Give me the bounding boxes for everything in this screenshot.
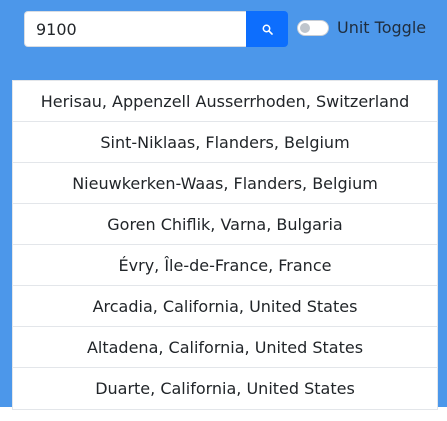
result-item[interactable]: Arcadia, California, United States	[13, 286, 437, 327]
result-item[interactable]: Altadena, California, United States	[13, 327, 437, 368]
unit-toggle-label: Unit Toggle	[337, 18, 427, 37]
unit-toggle-switch[interactable]	[297, 20, 329, 36]
result-item[interactable]: Sint-Niklaas, Flanders, Belgium	[13, 122, 437, 163]
result-item[interactable]: Goren Chiflik, Varna, Bulgaria	[13, 204, 437, 245]
search-input[interactable]	[24, 11, 246, 47]
search-icon	[262, 24, 273, 35]
search-button[interactable]	[246, 11, 288, 47]
result-item[interactable]: Herisau, Appenzell Ausserrhoden, Switzer…	[13, 81, 437, 122]
results-list: Herisau, Appenzell Ausserrhoden, Switzer…	[12, 80, 438, 410]
result-item[interactable]: Duarte, California, United States	[13, 368, 437, 409]
app: Unit Toggle Herisau, Appenzell Ausserrho…	[0, 0, 447, 421]
result-item[interactable]: Évry, Île-de-France, France	[13, 245, 437, 286]
toggle-knob	[300, 23, 310, 33]
result-item[interactable]: Nieuwkerken-Waas, Flanders, Belgium	[13, 163, 437, 204]
